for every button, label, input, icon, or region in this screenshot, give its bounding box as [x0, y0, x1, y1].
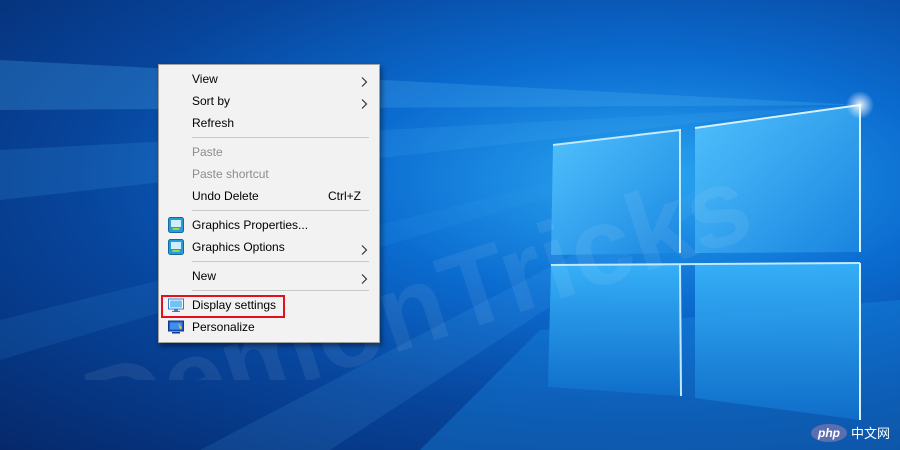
menu-item-shortcut: Ctrl+Z [328, 189, 361, 203]
menu-item-label: Paste [192, 145, 223, 159]
personalize-icon [168, 319, 184, 335]
php-logo: php [810, 423, 847, 442]
chevron-right-icon [358, 73, 370, 87]
menu-item-label: Undo Delete [192, 189, 259, 203]
menu-item-label: Sort by [192, 94, 231, 108]
intel-graphics-icon [168, 239, 184, 255]
menu-item-label: View [192, 72, 218, 86]
desktop-background: DemonTricks php 中文网 [0, 0, 900, 450]
desktop-context-menu: View Sort by Refresh Paste Paste shortcut Und… [158, 64, 380, 343]
php-badge-text: 中文网 [850, 426, 890, 441]
menu-item-label: Graphics Options [192, 240, 285, 254]
chevron-right-icon [358, 241, 370, 255]
menu-item-label: Paste shortcut [192, 167, 269, 181]
chevron-right-icon [358, 95, 370, 109]
menu-item-sort-by[interactable]: Sort by [159, 90, 379, 112]
php-badge: php 中文网 [810, 423, 890, 442]
menu-item-paste: Paste [159, 141, 379, 163]
menu-separator [192, 290, 369, 291]
menu-separator [192, 261, 369, 262]
menu-item-label: New [192, 269, 217, 283]
menu-item-label: Graphics Properties... [192, 218, 309, 232]
menu-item-refresh[interactable]: Refresh [159, 112, 379, 134]
menu-item-new[interactable]: New [159, 265, 379, 287]
menu-separator [192, 137, 369, 138]
menu-item-undo-delete[interactable]: Undo Delete Ctrl+Z [159, 185, 379, 207]
menu-item-graphics-properties[interactable]: Graphics Properties... [159, 214, 379, 236]
intel-graphics-icon [168, 217, 184, 233]
menu-item-display-settings[interactable]: Display settings [159, 294, 379, 318]
menu-item-personalize[interactable]: Personalize [159, 316, 379, 338]
windows-logo-wallpaper [0, 60, 900, 450]
menu-separator [192, 210, 369, 211]
chevron-right-icon [358, 270, 370, 284]
monitor-icon [168, 297, 184, 313]
menu-item-label: Personalize [192, 320, 255, 334]
menu-item-graphics-options[interactable]: Graphics Options [159, 236, 379, 258]
menu-item-paste-shortcut: Paste shortcut [159, 163, 379, 185]
menu-item-label: Refresh [192, 116, 235, 130]
menu-item-view[interactable]: View [159, 68, 379, 90]
